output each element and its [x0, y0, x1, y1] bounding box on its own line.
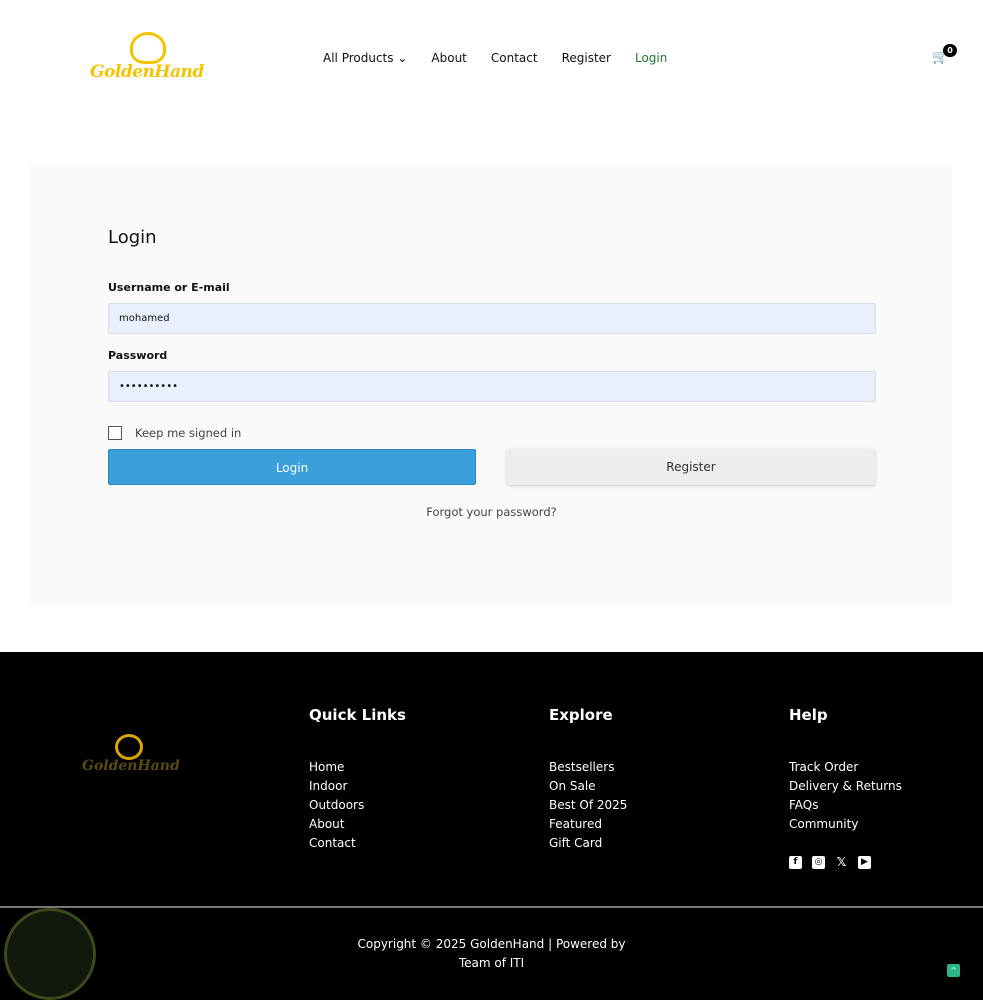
password-label: Password — [108, 349, 168, 362]
footer-link[interactable]: Home — [309, 758, 406, 777]
facebook-icon[interactable]: f — [789, 856, 802, 869]
footer-link[interactable]: Gift Card — [549, 834, 627, 853]
footer-link[interactable]: Track Order — [789, 758, 902, 777]
nav-about[interactable]: About — [431, 51, 466, 65]
footer-link[interactable]: Contact — [309, 834, 406, 853]
help-title: Help — [789, 706, 828, 724]
brand-logo[interactable]: GoldenHand — [90, 32, 210, 84]
hand-icon — [115, 734, 143, 760]
username-label: Username or E-mail — [108, 281, 230, 294]
username-input[interactable]: mohamed — [108, 303, 876, 334]
quick-links: Quick Links Home Indoor Outdoors About C… — [309, 706, 406, 853]
footer-link[interactable]: Bestsellers — [549, 758, 627, 777]
footer-link[interactable]: FAQs — [789, 796, 902, 815]
footer-link[interactable]: Indoor — [309, 777, 406, 796]
hand-icon — [130, 32, 166, 64]
nav-register[interactable]: Register — [562, 51, 611, 65]
footer-link[interactable]: About — [309, 815, 406, 834]
youtube-icon[interactable]: ▶ — [858, 856, 871, 869]
login-button[interactable]: Login — [108, 449, 476, 485]
scroll-top-button[interactable]: ^ — [947, 964, 960, 977]
footer-link[interactable]: Delivery & Returns — [789, 777, 902, 796]
footer-link[interactable]: Outdoors — [309, 796, 406, 815]
forgot-password-link[interactable]: Forgot your password? — [426, 505, 556, 519]
footer-logo: GoldenHand — [82, 734, 182, 779]
header: GoldenHand All Products ⌄ About Contact … — [0, 0, 983, 118]
footer-link[interactable]: Best Of 2025 — [549, 796, 627, 815]
page-title: Login — [108, 227, 157, 248]
explore-title: Explore — [549, 706, 613, 724]
nav-login[interactable]: Login — [635, 51, 667, 65]
footer-divider — [0, 906, 983, 908]
footer-link[interactable]: Community — [789, 815, 902, 834]
quick-links-title: Quick Links — [309, 706, 406, 724]
password-input[interactable]: •••••••••• — [108, 371, 876, 402]
remember-label[interactable]: Keep me signed in — [135, 426, 241, 440]
social-links: f ◎ 𝕏 ▶ — [789, 856, 871, 869]
explore-links: Explore Bestsellers On Sale Best Of 2025… — [549, 706, 627, 853]
main-nav: All Products ⌄ About Contact Register Lo… — [323, 51, 667, 65]
chevron-down-icon: ⌄ — [397, 51, 408, 65]
remember-checkbox[interactable] — [108, 426, 122, 440]
instagram-icon[interactable]: ◎ — [812, 856, 825, 869]
register-button[interactable]: Register — [507, 449, 875, 485]
footer-link[interactable]: Featured — [549, 815, 627, 834]
footer-link[interactable]: On Sale — [549, 777, 627, 796]
help-links: Help Track Order Delivery & Returns FAQs… — [789, 706, 902, 834]
footer: GoldenHand Quick Links Home Indoor Outdo… — [0, 652, 983, 1000]
copyright: Copyright © 2025 GoldenHand | Powered by… — [357, 937, 626, 970]
x-icon[interactable]: 𝕏 — [835, 856, 848, 869]
watermark-logo — [4, 908, 96, 1000]
cart-count-badge: 0 — [943, 44, 957, 57]
nav-all-products[interactable]: All Products ⌄ — [323, 51, 407, 65]
nav-contact[interactable]: Contact — [491, 51, 538, 65]
